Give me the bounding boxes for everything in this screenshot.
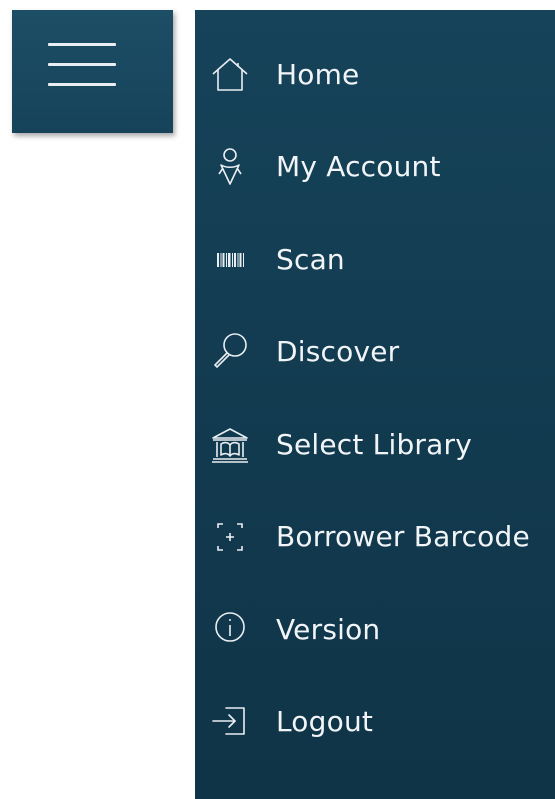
menu-item-label: Home	[276, 58, 360, 91]
menu-item-logout[interactable]: Logout	[195, 687, 555, 757]
hamburger-icon-bar	[48, 83, 116, 86]
menu-item-borrower-barcode[interactable]: Borrower Barcode	[195, 502, 555, 572]
hamburger-icon-bar	[48, 63, 116, 66]
menu-item-discover[interactable]: Discover	[195, 317, 555, 387]
navigation-drawer: Home My Account Scan Discover Select Lib…	[195, 10, 555, 799]
hamburger-menu-button[interactable]	[12, 10, 173, 133]
menu-item-label: Scan	[276, 243, 345, 276]
info-icon	[209, 609, 251, 651]
menu-item-home[interactable]: Home	[195, 40, 555, 110]
menu-item-my-account[interactable]: My Account	[195, 132, 555, 202]
scan-frame-icon	[209, 516, 251, 558]
hamburger-icon	[48, 43, 116, 46]
account-icon	[209, 146, 251, 188]
menu-item-label: Version	[276, 613, 381, 646]
menu-item-scan[interactable]: Scan	[195, 225, 555, 295]
menu-item-label: Borrower Barcode	[276, 520, 530, 553]
logout-icon	[209, 701, 251, 743]
menu-item-label: Select Library	[276, 428, 472, 461]
menu-item-label: My Account	[276, 150, 441, 183]
library-icon	[209, 424, 251, 466]
menu-item-label: Discover	[276, 335, 400, 368]
barcode-icon	[209, 239, 251, 281]
menu-item-select-library[interactable]: Select Library	[195, 410, 555, 480]
menu-item-version[interactable]: Version	[195, 595, 555, 665]
home-icon	[209, 54, 251, 96]
menu-item-label: Logout	[276, 705, 374, 738]
search-icon	[209, 331, 251, 373]
